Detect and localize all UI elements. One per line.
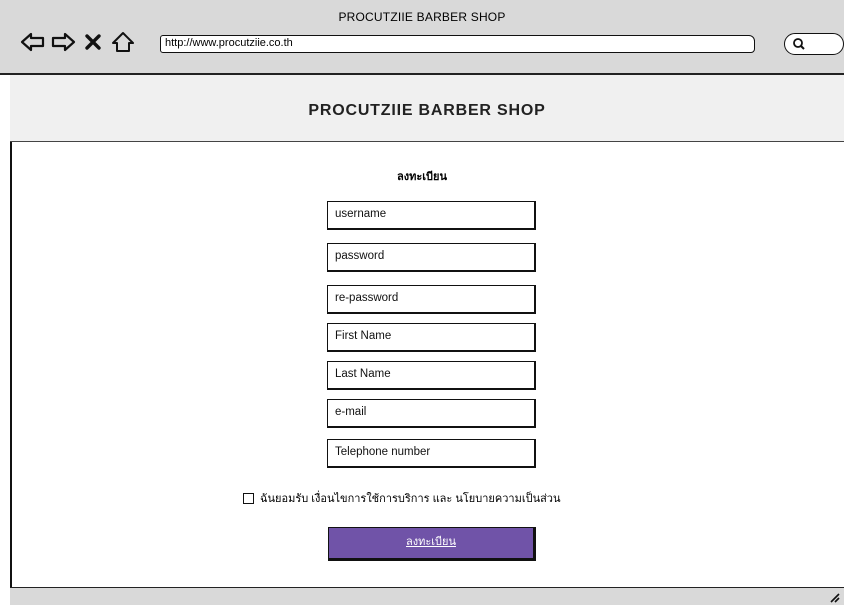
username-input[interactable]: username (327, 201, 536, 230)
email-input[interactable]: e-mail (327, 399, 536, 428)
url-bar[interactable]: http://www.procutziie.co.th (160, 35, 755, 53)
agree-terms[interactable]: ฉันยอมรับ เงื่อนไขการใช้การบริการ และ นโ… (243, 489, 561, 507)
search-box[interactable] (784, 33, 844, 55)
forward-arrow-icon[interactable] (50, 30, 76, 54)
site-title: PROCUTZIIE BARBER SHOP (308, 102, 546, 119)
back-arrow-icon[interactable] (20, 30, 46, 54)
resize-grip-icon[interactable] (828, 591, 840, 603)
agree-label: ฉันยอมรับ เงื่อนไขการใช้การบริการ และ นโ… (260, 493, 561, 505)
home-icon[interactable] (110, 30, 136, 54)
browser-toolbar: PROCUTZIIE BARBER SHOP http://www.procut… (0, 0, 844, 75)
form-title: ลงทะเบียน (397, 171, 447, 183)
last-name-input[interactable]: Last Name (327, 361, 536, 390)
nav-buttons (20, 30, 136, 54)
telephone-input[interactable]: Telephone number (327, 439, 536, 468)
status-bar (10, 587, 844, 605)
password-input[interactable]: password (327, 243, 536, 272)
register-button[interactable]: ลงทะเบียน (328, 527, 536, 561)
search-icon (793, 38, 805, 50)
window-title: PROCUTZIIE BARBER SHOP (338, 10, 506, 24)
repassword-input[interactable]: re-password (327, 285, 536, 314)
site-header: PROCUTZIIE BARBER SHOP (10, 75, 844, 142)
first-name-input[interactable]: First Name (327, 323, 536, 352)
agree-checkbox[interactable] (243, 492, 254, 504)
close-icon[interactable] (80, 30, 106, 54)
